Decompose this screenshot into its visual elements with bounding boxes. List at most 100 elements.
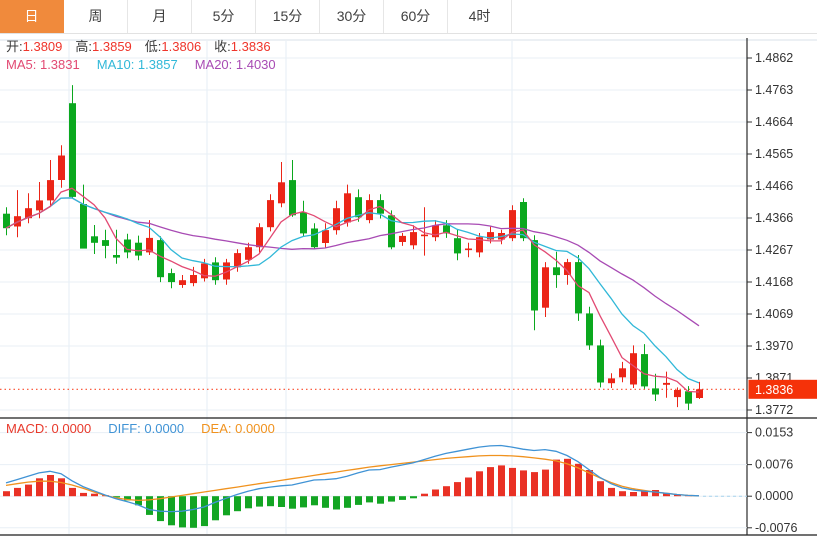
macd-bar [267, 496, 274, 507]
macd-bar [476, 471, 483, 497]
legend-value: 0.0000 [51, 421, 92, 436]
legend-item: 开:1.3809 [6, 39, 62, 54]
macd-bar [234, 496, 241, 512]
candle-body [190, 275, 197, 284]
tab-60min[interactable]: 60分 [384, 0, 448, 33]
macd-bar [47, 475, 54, 497]
candle-body [520, 202, 527, 239]
candle-body [69, 103, 76, 197]
macd-bar [608, 487, 615, 497]
macd-bar [58, 478, 65, 497]
ma5-line [5, 187, 700, 393]
price-tick-label: 1.4366 [755, 211, 793, 225]
macd-bar [190, 496, 197, 528]
price-tick-label: 1.4565 [755, 147, 793, 161]
candle-body [674, 390, 681, 398]
candle-body [300, 212, 307, 234]
price-tick-label: 1.4466 [755, 179, 793, 193]
candle-body [553, 267, 560, 276]
tab-30min[interactable]: 30分 [320, 0, 384, 33]
legend-item: MA10: 1.3857 [97, 57, 178, 72]
candle-body [168, 273, 175, 283]
legend-item: 收:1.3836 [214, 39, 270, 54]
tab-4hour[interactable]: 4时 [448, 0, 512, 33]
candle-body [399, 235, 406, 242]
legend-label: MACD: [6, 421, 52, 436]
tab-15min[interactable]: 15分 [256, 0, 320, 33]
macd-legend: MACD: 0.0000 DIFF: 0.0000 DEA: 0.0000 [6, 421, 292, 436]
macd-bar [487, 467, 494, 497]
macd-tick-label: 0.0076 [755, 458, 793, 472]
legend-label: MA5: [6, 57, 40, 72]
tab-day[interactable]: 日 [0, 0, 64, 33]
candle-body [135, 242, 142, 256]
chart-canvas[interactable]: 1.4862 1.4763 1.4664 1.4565 1.4466 1.4366 1.42… [0, 33, 817, 542]
macd-bar [91, 493, 98, 497]
macd-bar [421, 493, 428, 497]
macd-tick-label: 0.0153 [755, 426, 793, 440]
period-tab-bar: 日周月 5分 15分 30分 60分 4时 [0, 0, 817, 34]
legend-value: 1.3859 [92, 39, 132, 54]
macd-bar [278, 496, 285, 507]
legend-label: MA20: [194, 57, 236, 72]
legend-label: MA10: [96, 57, 138, 72]
candle-body [586, 313, 593, 346]
macd-bar [311, 496, 318, 506]
candle-body [36, 200, 43, 211]
macd-bar [630, 492, 637, 497]
macd-bar [25, 484, 32, 497]
dea-line [5, 454, 700, 502]
macd-bar [355, 496, 362, 505]
macd-bar [322, 496, 329, 508]
legend-label: DIFF: [108, 421, 145, 436]
candle-body [652, 388, 659, 395]
tab-month[interactable]: 月 [128, 0, 192, 33]
legend-label: 开: [6, 39, 23, 54]
candle-body [80, 204, 87, 249]
macd-bar [619, 491, 626, 497]
tab-5min[interactable]: 5分 [192, 0, 256, 33]
candle-body [696, 389, 703, 398]
macd-bar [443, 486, 450, 497]
candle-body [267, 200, 274, 228]
legend-value: 0.0000 [235, 421, 275, 436]
current-price-tag-label: 1.3836 [755, 383, 793, 397]
ma10-line [5, 197, 700, 384]
macd-bar [388, 496, 395, 502]
macd-bar [432, 489, 439, 497]
macd-bar [245, 496, 252, 509]
macd-bar [465, 477, 472, 497]
price-tick-label: 1.4763 [755, 83, 793, 97]
macd-bar [377, 496, 384, 504]
macd-bar [344, 496, 351, 508]
candle-body [531, 240, 538, 311]
legend-value: 1.3836 [230, 39, 271, 54]
candle-body [619, 368, 626, 378]
legend-item: MA20: 1.4030 [195, 57, 276, 72]
candle-body [608, 378, 615, 384]
macd-bar [366, 496, 373, 503]
candle-body [102, 240, 109, 246]
macd-bar [289, 496, 296, 509]
candle-body [630, 353, 637, 385]
macd-bar [333, 496, 340, 510]
ma-legend: MA5: 1.3831 MA10: 1.3857 MA20: 1.4030 [6, 57, 293, 72]
legend-item: 低:1.3806 [145, 39, 201, 54]
macd-bar [212, 496, 219, 521]
price-tick-label: 1.4267 [755, 243, 793, 257]
candle-body [465, 248, 472, 251]
legend-label: 收: [214, 39, 231, 54]
macd-bar [69, 487, 76, 497]
legend-label: 高: [75, 39, 93, 54]
legend-label: DEA: [201, 421, 236, 436]
price-tick-label: 1.4069 [755, 307, 793, 321]
price-tick-label: 1.3772 [755, 403, 793, 417]
candle-body [58, 155, 65, 180]
legend-value: 1.3831 [39, 57, 80, 72]
legend-value: 1.3806 [161, 39, 202, 54]
candle-body [256, 227, 263, 248]
tab-week[interactable]: 周 [64, 0, 128, 33]
candle-body [47, 180, 54, 201]
macd-bar [157, 496, 164, 522]
legend-value: 1.3857 [137, 57, 178, 72]
